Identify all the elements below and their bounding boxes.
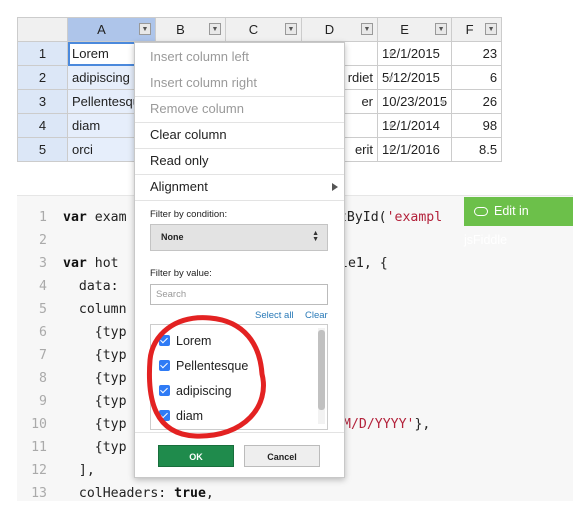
- menu-item-alignment[interactable]: Alignment: [135, 174, 344, 200]
- date-dropdown-icon[interactable]: ▼: [387, 146, 395, 155]
- checkbox-checked-icon[interactable]: [159, 335, 170, 346]
- menu-item-read-only[interactable]: Read only: [135, 148, 344, 174]
- column-d-dropdown-icon[interactable]: ▼: [361, 23, 373, 35]
- updown-arrows-icon: ▲ ▼: [312, 230, 319, 243]
- cell-f2[interactable]: 6: [451, 65, 503, 90]
- value-list: Lorem Pellentesque adipiscing diam: [150, 324, 328, 430]
- row-header[interactable]: 1: [17, 41, 68, 66]
- code-line: 3 var hot le1, {: [39, 256, 388, 271]
- list-item[interactable]: Pellentesque: [159, 356, 248, 376]
- cell-e2[interactable]: 5/12/2015 ▼: [376, 65, 453, 90]
- corner-header[interactable]: [17, 17, 68, 42]
- row-header[interactable]: 3: [17, 89, 68, 114]
- menu-separator: [135, 432, 344, 433]
- cell-e1[interactable]: 12/1/2015 ▼: [376, 41, 453, 66]
- checkbox-checked-icon[interactable]: [159, 360, 170, 371]
- menu-item-clear-column[interactable]: Clear column: [135, 122, 344, 148]
- column-header-e[interactable]: E ▼: [376, 17, 453, 42]
- column-header-f[interactable]: F ▼: [451, 17, 503, 42]
- code-line: 13 colHeaders: true,: [31, 486, 214, 501]
- date-dropdown-icon[interactable]: ▼: [387, 50, 395, 59]
- cell-f3[interactable]: 26: [451, 89, 503, 114]
- code-line: 11 {typ: [31, 440, 127, 455]
- column-header-b[interactable]: B ▼: [155, 17, 226, 42]
- date-dropdown-icon[interactable]: ▼: [387, 122, 395, 131]
- code-line: 2: [39, 233, 47, 248]
- code-line: 6 {typ: [39, 325, 127, 340]
- cell-e4[interactable]: 12/1/2014 ▼: [376, 113, 453, 138]
- clear-link[interactable]: Clear: [305, 310, 328, 321]
- column-dropdown-menu: Insert column left Insert column right R…: [134, 42, 345, 478]
- list-item[interactable]: diam: [159, 406, 203, 426]
- code-line: 9 {typ: [39, 394, 127, 409]
- cell-f4[interactable]: 98: [451, 113, 503, 138]
- menu-item-remove-column[interactable]: Remove column: [135, 96, 344, 122]
- submenu-arrow-icon: [332, 183, 338, 191]
- column-header-d[interactable]: D ▼: [301, 17, 378, 42]
- column-c-dropdown-icon[interactable]: ▼: [285, 23, 297, 35]
- scrollbar-thumb[interactable]: [318, 330, 325, 410]
- column-e-dropdown-icon[interactable]: ▼: [435, 23, 448, 35]
- column-b-dropdown-icon[interactable]: ▼: [209, 23, 221, 35]
- column-header-a[interactable]: A ▼: [67, 17, 156, 42]
- cancel-button[interactable]: Cancel: [244, 445, 320, 467]
- ok-button[interactable]: OK: [158, 445, 234, 467]
- filter-by-value-label: Filter by value:: [150, 268, 212, 279]
- cell-f1[interactable]: 23: [451, 41, 503, 66]
- column-a-dropdown-icon[interactable]: ▼: [139, 23, 151, 35]
- code-line: 8 {typ: [39, 371, 127, 386]
- edit-in-jsfiddle-button[interactable]: Edit in jsFiddle: [464, 197, 573, 247]
- cell-e5[interactable]: 12/1/2016 ▼: [376, 137, 453, 162]
- cell-e3[interactable]: 10/23/2015 ▼: [376, 89, 453, 114]
- column-header-c[interactable]: C ▼: [225, 17, 302, 42]
- condition-select[interactable]: None ▲ ▼: [150, 224, 328, 251]
- column-f-dropdown-icon[interactable]: ▼: [485, 23, 498, 35]
- menu-item-insert-column-left[interactable]: Insert column left: [135, 44, 344, 70]
- code-line: 7 {typ: [39, 348, 127, 363]
- menu-item-insert-column-right[interactable]: Insert column right: [135, 70, 344, 96]
- list-item[interactable]: adipiscing: [159, 381, 232, 401]
- code-line: 4 data:: [39, 279, 127, 294]
- date-dropdown-icon[interactable]: ▼: [387, 74, 395, 83]
- code-line: 12 ],: [31, 463, 95, 478]
- code-line: 1 var exam ntById('exampl: [39, 210, 443, 225]
- row-header[interactable]: 2: [17, 65, 68, 90]
- checkbox-checked-icon[interactable]: [159, 410, 170, 421]
- code-line: 10 {typ M/D/YYYY'},: [31, 417, 431, 432]
- menu-separator: [135, 200, 344, 201]
- cloud-icon: [474, 207, 488, 217]
- list-item[interactable]: Lorem: [159, 331, 211, 351]
- select-all-link[interactable]: Select all: [255, 310, 294, 321]
- cell-f5[interactable]: 8.5: [451, 137, 503, 162]
- filter-by-condition-label: Filter by condition:: [150, 209, 228, 220]
- date-dropdown-icon[interactable]: ▼: [439, 98, 447, 107]
- row-header[interactable]: 4: [17, 113, 68, 138]
- value-search-input[interactable]: [150, 284, 328, 305]
- code-line: 5 column: [39, 302, 127, 317]
- row-header[interactable]: 5: [17, 137, 68, 162]
- value-list-scrollbar[interactable]: [318, 328, 325, 424]
- checkbox-checked-icon[interactable]: [159, 385, 170, 396]
